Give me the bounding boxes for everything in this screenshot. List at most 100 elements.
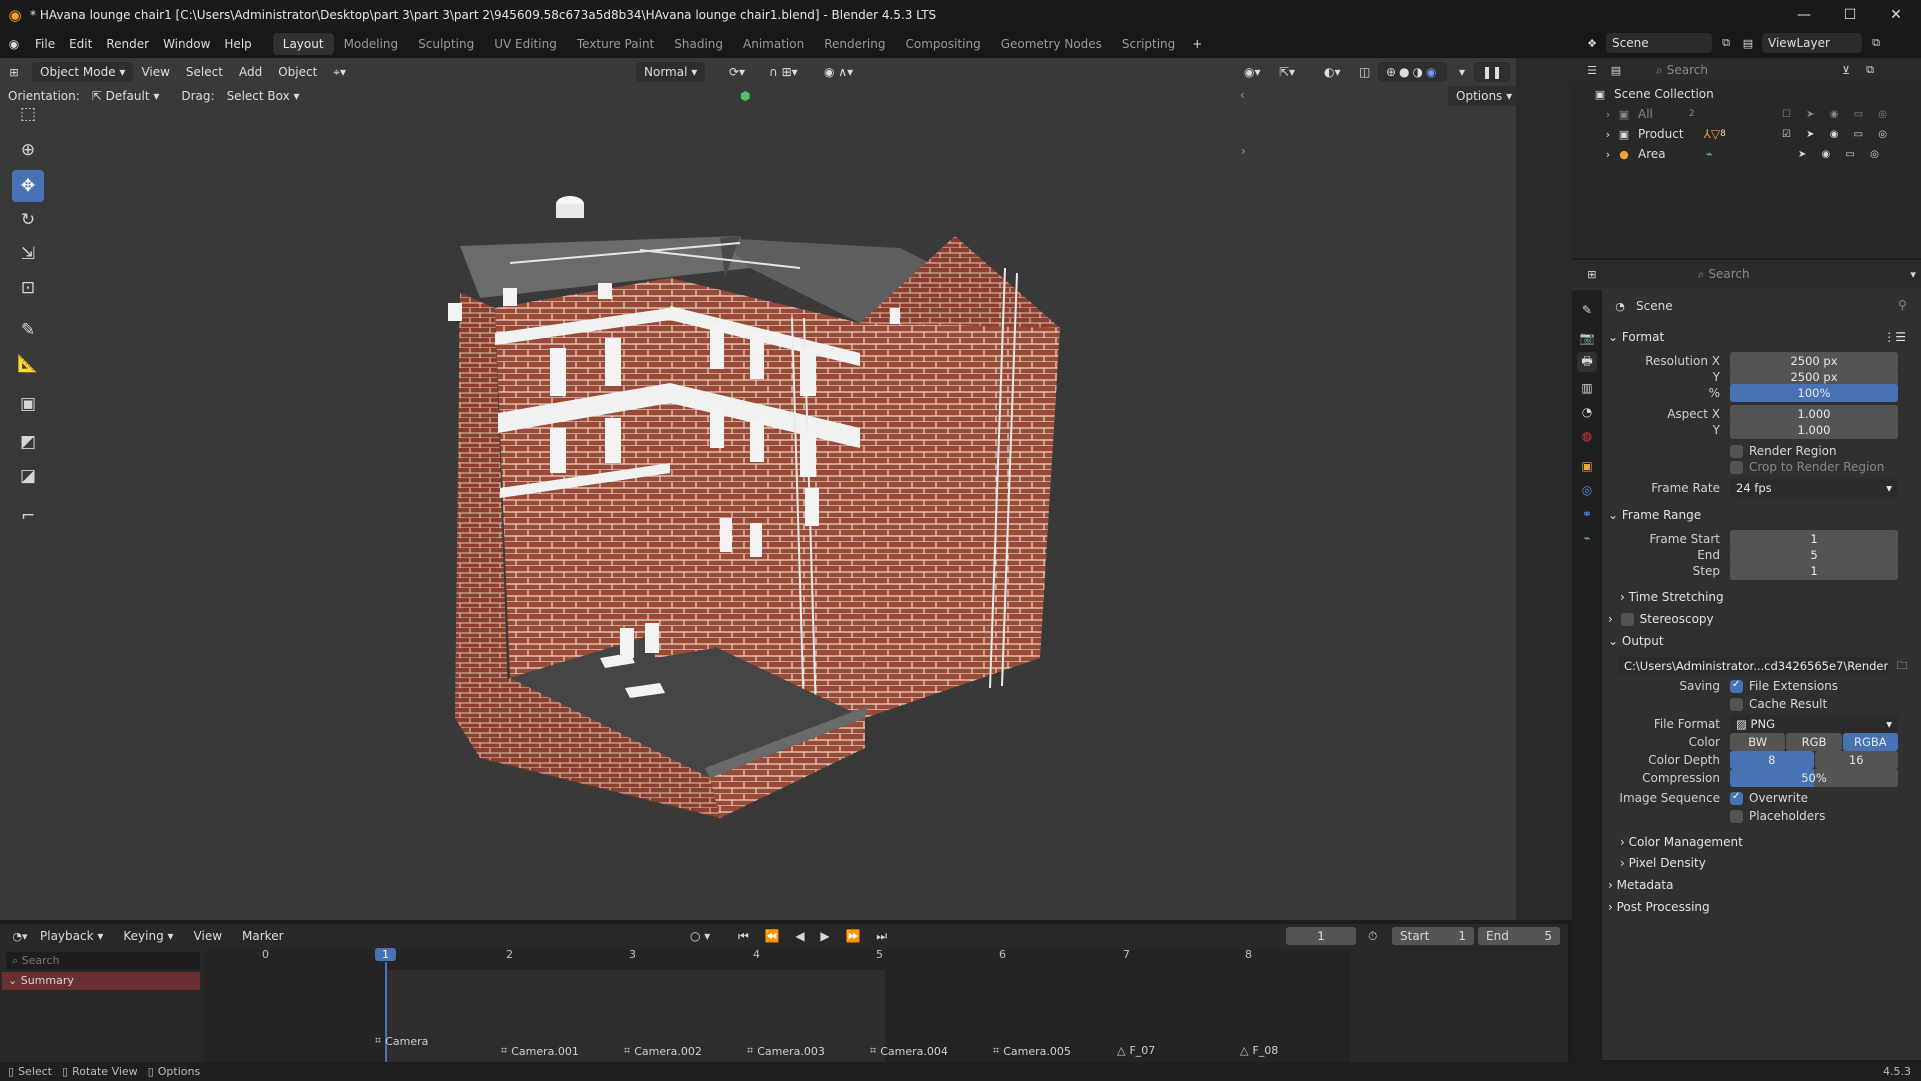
- cache-result-checkbox[interactable]: Cache Result: [1730, 697, 1827, 711]
- tab-modeling[interactable]: Modeling: [334, 33, 409, 55]
- section-frame-range[interactable]: ⌄ Frame Range: [1608, 504, 1918, 526]
- section-post-processing[interactable]: › Post Processing: [1608, 896, 1918, 918]
- add-workspace-icon[interactable]: +: [1185, 33, 1209, 55]
- move-tool-icon[interactable]: ✥: [12, 170, 44, 202]
- depth-16-button[interactable]: 16: [1814, 751, 1898, 769]
- tab-geometry-nodes[interactable]: Geometry Nodes: [991, 33, 1112, 55]
- output-path-input[interactable]: C:\Users\Administrator...cd3426565e7\Ren…: [1618, 657, 1888, 675]
- proportional-edit-icon[interactable]: ◉ ∧▾: [816, 62, 861, 82]
- expand-icon[interactable]: ›: [1600, 126, 1616, 142]
- marker-camera-003[interactable]: ⌗ Camera.003: [747, 1044, 825, 1058]
- color-rgba-button[interactable]: RGBA: [1842, 733, 1898, 751]
- row-toggle-icons[interactable]: ☑ ➤ ◉ ▭ ◎: [1782, 129, 1893, 140]
- marker-camera-002[interactable]: ⌗ Camera.002: [624, 1044, 702, 1058]
- pin-icon[interactable]: ⚲: [1898, 298, 1907, 312]
- marker-camera-004[interactable]: ⌗ Camera.004: [870, 1044, 948, 1058]
- knife-tool-icon[interactable]: ◩: [12, 426, 44, 458]
- tab-texture-paint[interactable]: Texture Paint: [567, 33, 664, 55]
- expand-icon[interactable]: ›: [1600, 146, 1616, 162]
- pivot-icon[interactable]: ⟳▾: [721, 62, 753, 82]
- tab-uv-editing[interactable]: UV Editing: [484, 33, 567, 55]
- summary-channel[interactable]: ⌄ Summary: [2, 972, 200, 990]
- editor-type-icon[interactable]: ⊞: [6, 64, 22, 80]
- scale-tool-icon[interactable]: ⇲: [12, 238, 44, 270]
- folder-icon[interactable]: 🗀: [1894, 658, 1910, 674]
- spin-tool-icon[interactable]: ⌐: [12, 500, 44, 532]
- add-cube-tool-icon[interactable]: ▣: [12, 388, 44, 420]
- menu-view[interactable]: View: [133, 62, 177, 82]
- menu-keying[interactable]: Keying ▾: [115, 926, 181, 946]
- object-tab-icon[interactable]: ▣: [1577, 456, 1597, 476]
- render-region-checkbox[interactable]: Render Region: [1730, 444, 1837, 458]
- menu-help[interactable]: Help: [217, 33, 258, 55]
- start-frame-field[interactable]: Start 1: [1392, 927, 1474, 945]
- aspect-y-field[interactable]: 1.000: [1730, 421, 1898, 439]
- menu-add[interactable]: Add: [231, 62, 270, 82]
- visibility-icon[interactable]: ◉▾: [1236, 62, 1269, 82]
- 3d-viewport[interactable]: ⊞ Object Mode ▾ View Select Add Object ⌖…: [0, 58, 1516, 920]
- tab-sculpting[interactable]: Sculpting: [408, 33, 484, 55]
- outliner-row-all[interactable]: › ▣ All 2 ☐ ➤ ◉ ▭ ◎: [1572, 104, 1921, 124]
- playback-controls[interactable]: ⏮ ⏪ ◀ ▶ ⏩ ⏭: [738, 929, 893, 944]
- auto-keying-icon[interactable]: ○ ▾: [690, 929, 710, 943]
- playhead-frame[interactable]: 1: [375, 948, 396, 961]
- panel-options-icon[interactable]: ▾: [1905, 266, 1921, 282]
- bisect-tool-icon[interactable]: ◪: [12, 460, 44, 492]
- transform-tool-icon[interactable]: ⊡: [12, 272, 44, 304]
- menu-edit[interactable]: Edit: [62, 33, 99, 55]
- render-tab-icon[interactable]: 📷: [1577, 328, 1597, 348]
- filter-icon[interactable]: ⊻: [1838, 62, 1854, 78]
- overlay-icon[interactable]: ◐▾: [1316, 62, 1349, 82]
- building-model[interactable]: [420, 158, 1150, 878]
- frame-rate-dropdown[interactable]: 24 fps ▾: [1730, 479, 1898, 497]
- scene-selector[interactable]: Scene: [1606, 33, 1712, 53]
- maximize-icon[interactable]: ☐: [1827, 0, 1873, 30]
- frame-step-field[interactable]: 1: [1730, 562, 1898, 580]
- close-icon[interactable]: ✕: [1873, 0, 1919, 30]
- tab-compositing[interactable]: Compositing: [895, 33, 990, 55]
- section-time-stretching[interactable]: › Time Stretching: [1620, 586, 1918, 608]
- blender-menu-icon[interactable]: ◉: [0, 37, 28, 51]
- outliner-root[interactable]: ▣ Scene Collection: [1572, 84, 1921, 104]
- world-tab-icon[interactable]: ◍: [1577, 426, 1597, 446]
- scene-tab-icon[interactable]: ◔: [1577, 402, 1597, 422]
- new-collection-icon[interactable]: ⧉: [1862, 62, 1878, 78]
- marker-camera[interactable]: ⌗ Camera: [375, 1034, 428, 1048]
- outliner-editor-icon[interactable]: ☰: [1584, 62, 1600, 78]
- preset-icon[interactable]: ⋮☰: [1883, 330, 1906, 344]
- tab-shading[interactable]: Shading: [664, 33, 733, 55]
- marker-f08[interactable]: △ F_08: [1240, 1044, 1278, 1057]
- annotate-tool-icon[interactable]: ✎: [12, 314, 44, 346]
- outliner-row-product[interactable]: › ▣ Product ⅄▽ 8 ☑ ➤ ◉ ▭ ◎: [1572, 124, 1921, 144]
- transform-orientation-icon[interactable]: ⌖▾: [325, 62, 354, 82]
- new-viewlayer-icon[interactable]: ⧉: [1868, 35, 1884, 51]
- orientation-dropdown[interactable]: ⇱ Default ▾: [84, 86, 168, 106]
- menu-file[interactable]: File: [28, 33, 62, 55]
- viewlayer-selector[interactable]: ViewLayer: [1762, 33, 1862, 53]
- output-tab-icon[interactable]: 🖶: [1577, 352, 1597, 372]
- current-frame-field[interactable]: 1: [1286, 927, 1356, 945]
- section-color-management[interactable]: › Color Management: [1620, 831, 1918, 853]
- menu-playback[interactable]: Playback ▾: [32, 926, 111, 946]
- depth-8-button[interactable]: 8: [1730, 751, 1814, 769]
- timeline-search-input[interactable]: ⌕ Search: [6, 952, 200, 970]
- row-toggle-icons[interactable]: ➤ ◉ ▭ ◎: [1798, 149, 1885, 160]
- modifier-tab-icon[interactable]: ◎: [1577, 480, 1597, 500]
- section-output[interactable]: ⌄ Output: [1608, 630, 1918, 652]
- section-format[interactable]: ⌄ Format ⋮☰: [1608, 326, 1918, 348]
- properties-editor-icon[interactable]: ⊞: [1584, 266, 1600, 282]
- shading-options-icon[interactable]: ▾: [1451, 62, 1473, 82]
- timeline-area[interactable]: 0 1 2 3 4 5 6 7 8 ⌗ Camera ⌗ Camera.001 ⌗ C…: [205, 948, 1350, 1062]
- pause-render-icon[interactable]: ❚❚: [1474, 62, 1511, 82]
- options-dropdown[interactable]: Options ▾: [1448, 86, 1516, 106]
- new-scene-icon[interactable]: ⧉: [1718, 35, 1734, 51]
- outliner-search-input[interactable]: ⌕ Search: [1650, 60, 1764, 80]
- tab-scripting[interactable]: Scripting: [1112, 33, 1185, 55]
- crop-region-checkbox[interactable]: Crop to Render Region: [1730, 460, 1884, 474]
- timeline-editor-icon[interactable]: ◔▾: [12, 928, 28, 944]
- overwrite-checkbox[interactable]: Overwrite: [1730, 791, 1808, 805]
- compression-slider[interactable]: 50%: [1730, 769, 1898, 787]
- data-tab-icon[interactable]: ⌁: [1577, 528, 1597, 548]
- clock-icon[interactable]: ⏱: [1368, 929, 1377, 944]
- shading-modes[interactable]: ⊕●◑◉: [1378, 62, 1448, 82]
